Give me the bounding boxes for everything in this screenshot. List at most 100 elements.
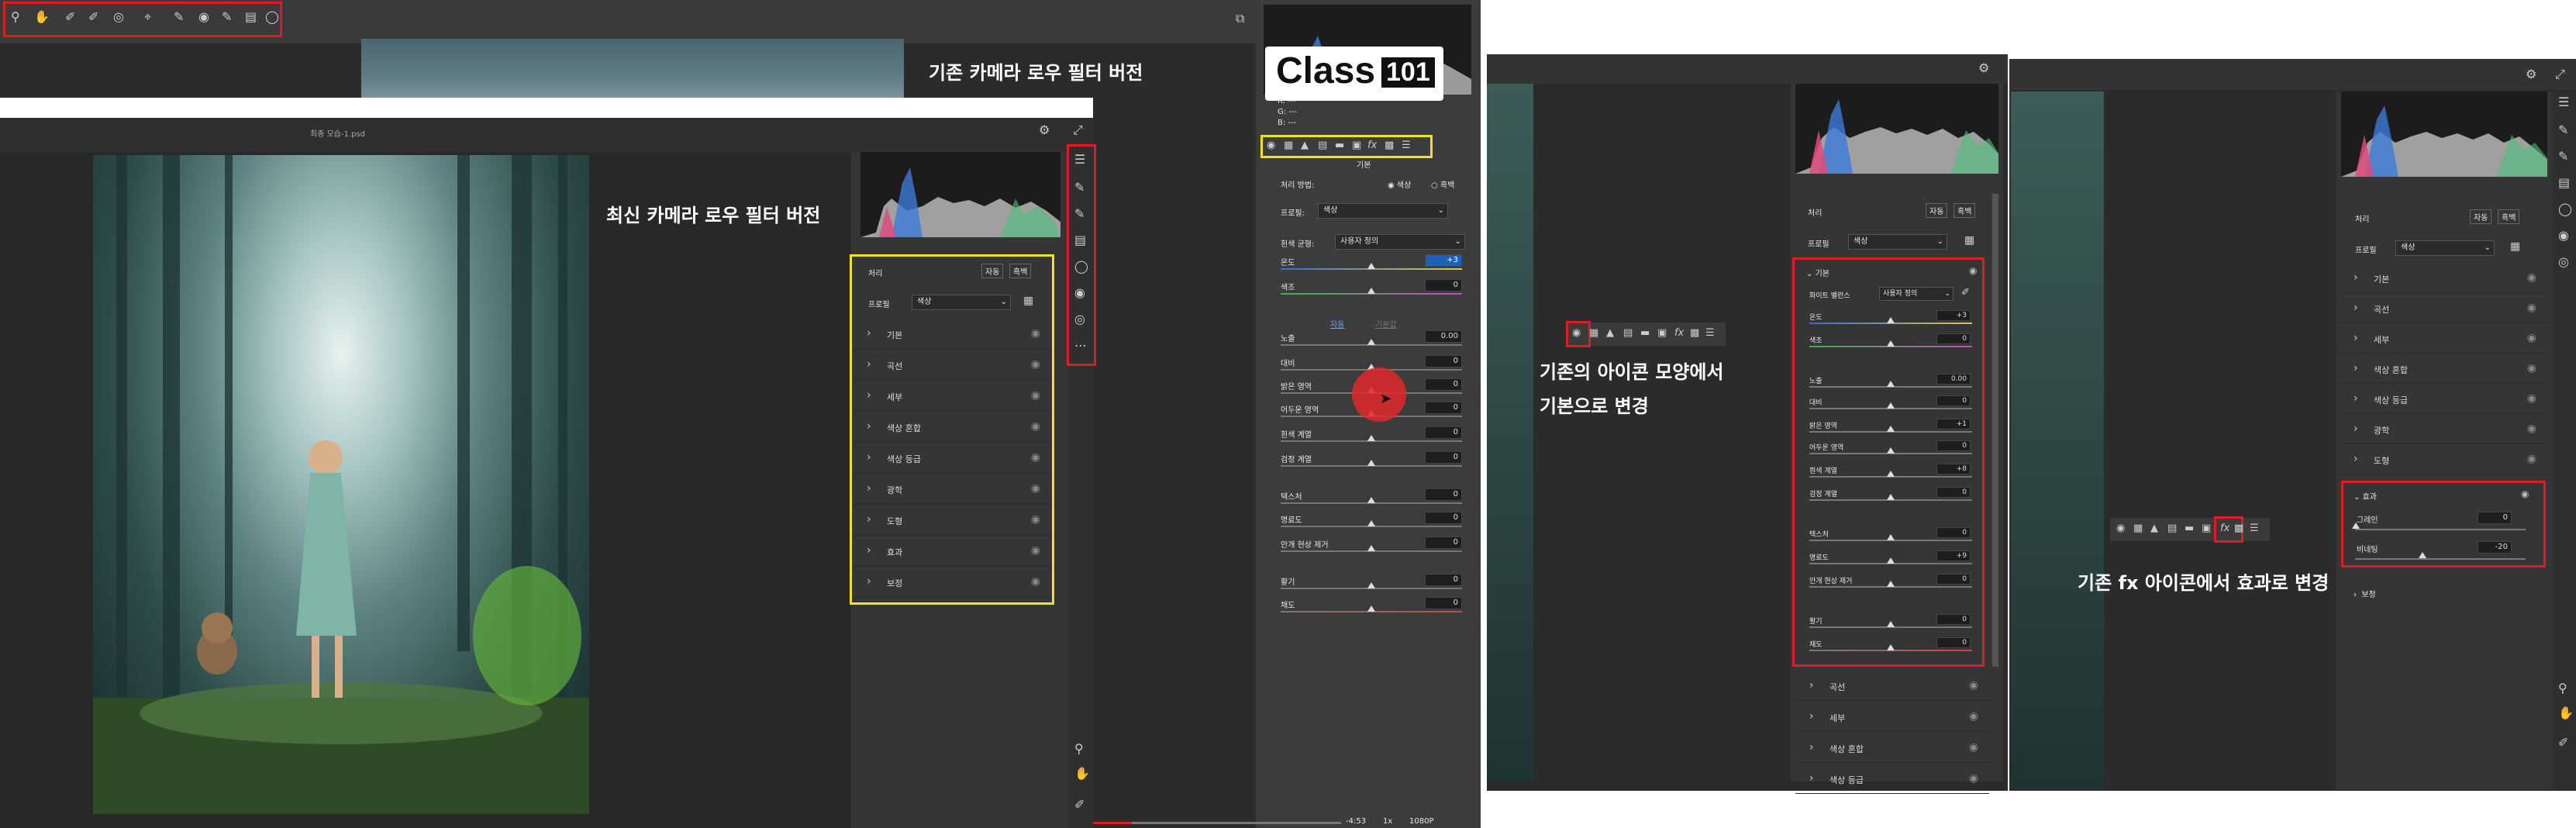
mid-slider-value[interactable]: 0 [1936,614,1971,625]
mid-slider-value[interactable]: +3 [1936,310,1971,321]
lens-tab-icon[interactable]: ▣ [1657,327,1667,339]
old-default-link[interactable]: 기본값 [1375,318,1397,329]
new-bw-button[interactable]: 흑백 [1009,264,1032,278]
right-profile-select[interactable]: 색상 ⌄ [2395,240,2495,256]
edit-icon[interactable]: ☰ [2558,96,2569,109]
video-speed[interactable]: 1x [1383,817,1392,826]
mid-slider-value[interactable]: 0 [1936,487,1971,498]
brush-icon[interactable]: ✎ [174,11,184,23]
mid-slider-knob[interactable] [1887,317,1895,323]
vignette-value[interactable]: -20 [2478,541,2512,554]
redeye-icon[interactable]: ◉ [2558,229,2569,242]
vignette-slider[interactable] [2355,558,2526,560]
split-tab-icon[interactable]: ▬ [2185,523,2194,534]
lens-tab-icon[interactable]: ▣ [2202,523,2211,534]
heal-icon[interactable]: ✎ [2558,124,2568,136]
old-slider-value[interactable]: 0 [1425,597,1462,609]
visibility-eye-icon[interactable]: ◉ [2527,392,2536,405]
visibility-eye-icon[interactable]: ◉ [2527,271,2536,284]
right-section-row[interactable]: › 기본 ◉ [2340,265,2547,293]
hand-icon[interactable]: ✋ [34,11,50,23]
mid-slider-value[interactable]: 0 [1936,333,1971,344]
right-settings-icon[interactable]: ⚙ [2526,68,2536,81]
old-slider-value[interactable]: 0 [1425,279,1462,292]
video-progress[interactable] [1093,822,1341,824]
fx-tab-icon[interactable]: fx [1674,327,1684,339]
visibility-eye-icon[interactable]: ◉ [2527,423,2536,435]
right-auto-button[interactable]: 자동 [2470,209,2492,224]
visibility-eye-icon[interactable]: ◉ [2527,453,2536,465]
old-slider-value[interactable]: 0 [1425,402,1462,414]
new-section-row[interactable]: › 색상 등급 ◉ [853,445,1051,473]
mid-auto-button[interactable]: 자동 [1926,203,1948,218]
mid-slider-value[interactable]: 0 [1936,574,1971,585]
new-section-row[interactable]: › 기본 ◉ [853,321,1051,349]
new-section-row[interactable]: › 도형 ◉ [853,507,1051,535]
new-auto-button[interactable]: 자동 [981,264,1004,278]
mid-scrollbar[interactable] [1992,194,1998,667]
old-wb-select[interactable]: 사용자 정의 ⌄ [1335,234,1465,250]
hsl-tab-icon[interactable]: ▤ [1318,140,1327,151]
fx-tab-icon[interactable]: fx [1367,140,1377,151]
mid-bw-button[interactable]: 흑백 [1954,203,1976,218]
mid-slider-knob[interactable] [1887,381,1895,387]
old-slider-knob[interactable] [1367,605,1375,612]
zoom-icon[interactable]: ⚲ [11,11,20,23]
right-eyedropper-icon[interactable]: ✐ [2558,737,2568,749]
target-adjust-icon[interactable]: ◎ [113,11,124,23]
right-section-row[interactable]: › 도형 ◉ [2340,447,2547,474]
old-slider-knob[interactable] [1367,520,1375,526]
old-slider-knob[interactable] [1367,545,1375,551]
mid-settings-icon[interactable]: ⚙ [1978,62,1989,74]
new-section-row[interactable]: › 세부 ◉ [853,383,1051,411]
color-sampler-icon[interactable]: ✐ [88,11,98,23]
lens-tab-icon[interactable]: ▣ [1352,140,1361,151]
basic-tab-icon[interactable]: ◉ [1572,327,1581,339]
visibility-eye-icon[interactable]: ◉ [1969,679,1978,692]
mid-section-row[interactable]: › 색상 혼합 ◉ [1795,735,1989,763]
right-section-row[interactable]: › 색상 등급 ◉ [2340,386,2547,414]
detail-tab-icon[interactable]: ▲ [1606,327,1614,339]
visibility-eye-icon[interactable]: ◉ [2527,362,2536,374]
mid-slider-value[interactable]: +9 [1936,550,1971,561]
visibility-eye-icon[interactable]: ◉ [1969,741,1978,754]
mid-slider-knob[interactable] [1887,534,1895,540]
eyedropper-icon[interactable]: ✐ [1074,799,1085,811]
fullscreen-icon[interactable]: ⧉ [1236,12,1244,25]
new-profile-select[interactable]: 색상 ⌄ [912,295,1011,310]
old-slider-knob[interactable] [1367,339,1375,345]
visibility-eye-icon[interactable]: ◉ [1031,420,1040,433]
more-icon[interactable]: ⋯ [1074,340,1087,352]
old-slider-value[interactable]: 0.00 [1425,330,1462,343]
settings-icon[interactable]: ⚙ [1039,124,1050,136]
profile-browser-icon[interactable]: ▦ [1023,295,1033,307]
old-slider-knob[interactable] [1367,497,1375,503]
visibility-eye-icon[interactable]: ◉ [2527,302,2536,314]
mid-slider-knob[interactable] [1887,494,1895,500]
mid-slider-knob[interactable] [1887,471,1895,477]
mid-slider-knob[interactable] [1887,340,1895,347]
old-slider-value[interactable]: 0 [1425,451,1462,464]
presets-tab-icon[interactable]: ☰ [2250,523,2259,534]
detail-tab-icon[interactable]: ▲ [1301,140,1309,151]
mid-profile-browser-icon[interactable]: ▦ [1964,234,1974,247]
vignette-knob[interactable] [2419,552,2426,558]
redeye-icon[interactable]: ◉ [1074,287,1085,299]
mid-slider-value[interactable]: 0 [1936,637,1971,648]
gradient-icon[interactable]: ▤ [2558,177,2570,189]
camera-tab-icon[interactable]: ▩ [2234,523,2243,534]
video-quality[interactable]: 1080P [1409,817,1433,826]
old-slider-value[interactable]: 0 [1425,536,1462,549]
visibility-eye-icon[interactable]: ◉ [1031,482,1040,495]
new-section-row[interactable]: › 효과 ◉ [853,538,1051,566]
old-slider-value[interactable]: 0 [1425,488,1462,501]
radial-icon[interactable]: ◯ [2558,203,2572,216]
camera-tab-icon[interactable]: ▩ [1690,327,1699,339]
expand-icon[interactable]: ⤢ [1073,124,1083,136]
mid-slider-value[interactable]: 0 [1936,440,1971,451]
right-section-row[interactable]: › 세부 ◉ [2340,326,2547,354]
mid-wb-select[interactable]: 사용자 정의 ⌄ [1879,287,1954,301]
old-slider-knob[interactable] [1367,288,1375,294]
visibility-eye-icon[interactable]: ◉ [1031,327,1040,340]
presets-tab-icon[interactable]: ☰ [1402,140,1411,151]
